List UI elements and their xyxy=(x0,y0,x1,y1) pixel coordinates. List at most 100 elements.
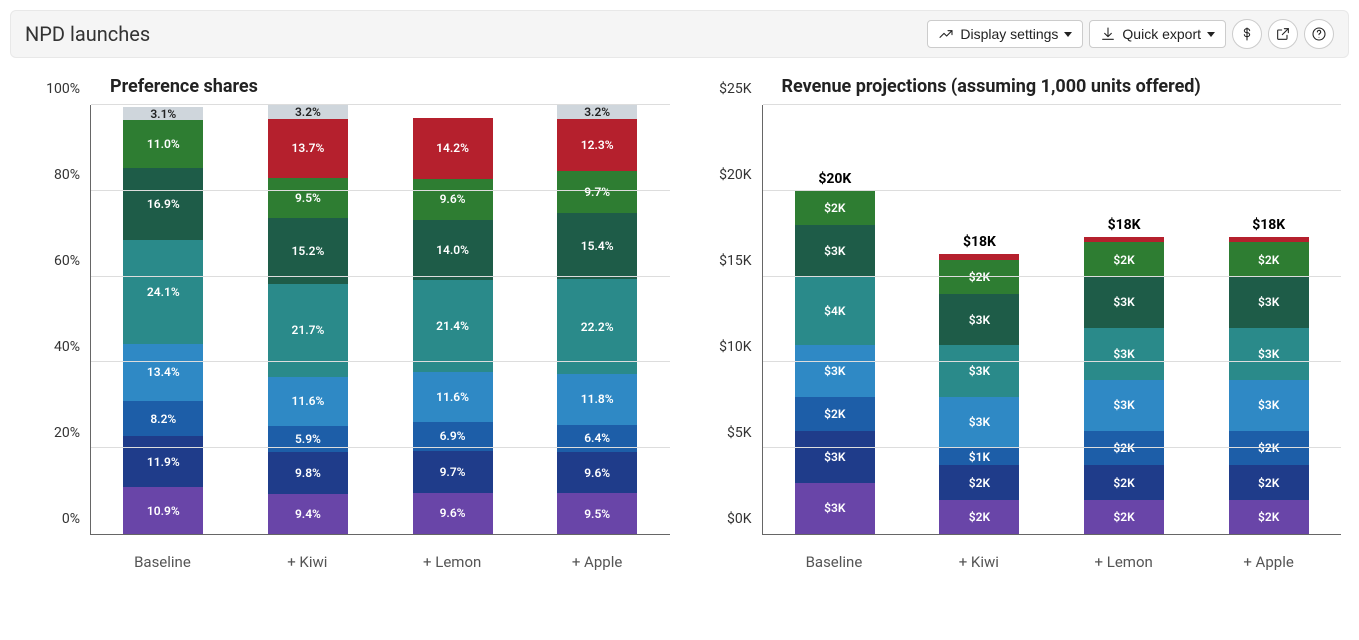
quick-export-button[interactable]: Quick export xyxy=(1089,20,1226,48)
chart-area: 0%20%40%60%80%100% 10.9%11.9%8.2%13.4%24… xyxy=(18,105,670,535)
bar-segment[interactable]: $2K xyxy=(939,465,1019,499)
y-tick-label: 40% xyxy=(54,339,80,355)
help-icon xyxy=(1311,26,1327,42)
bar-segment[interactable]: 11.0% xyxy=(123,120,203,167)
revenue-settings-button[interactable] xyxy=(1232,19,1262,49)
bar-segment[interactable]: 9.5% xyxy=(557,493,637,534)
x-tick-label: Baseline xyxy=(794,553,874,571)
bar-segment[interactable]: 12.3% xyxy=(557,119,637,172)
bar-segment[interactable]: $2K xyxy=(1084,431,1164,465)
bar-segment[interactable]: $2K xyxy=(939,260,1019,294)
grid-line xyxy=(91,447,670,448)
y-tick-label: 100% xyxy=(46,81,80,97)
bar-segment[interactable]: $4K xyxy=(795,277,875,346)
bar-segment[interactable]: 15.4% xyxy=(557,213,637,279)
bar-segment[interactable]: $3K xyxy=(939,294,1019,345)
bar-segment[interactable]: 3.2% xyxy=(268,105,348,119)
bar-segment[interactable]: 9.8% xyxy=(268,452,348,494)
bar-segment[interactable]: $2K xyxy=(939,500,1019,534)
y-axis: $0K$5K$10K$15K$20K$25K xyxy=(690,105,762,535)
bar-segment[interactable]: 10.9% xyxy=(123,487,203,534)
bar-segment[interactable]: $2K xyxy=(795,191,875,225)
bar-column[interactable]: $2K$2K$2K$3K$3K$3K$2K$18K xyxy=(1084,105,1164,534)
caret-down-icon xyxy=(1207,32,1215,37)
chart-preference-shares: Preference shares 0%20%40%60%80%100% 10.… xyxy=(18,76,670,571)
x-tick-label: + Lemon xyxy=(1084,553,1164,571)
bar-column[interactable]: 9.4%9.8%5.9%11.6%21.7%15.2%9.5%13.7%3.2% xyxy=(268,105,348,534)
header-bar: NPD launches Display settings Quick expo… xyxy=(10,10,1349,58)
bar-segment[interactable]: $3K xyxy=(939,397,1019,448)
bar-segment[interactable]: 9.7% xyxy=(413,451,493,493)
plot-area[interactable]: $3K$3K$2K$3K$4K$3K$2K$20K$2K$2K$1K$3K$3K… xyxy=(762,105,1342,535)
line-chart-icon xyxy=(938,26,954,42)
bar-segment[interactable]: $3K xyxy=(795,225,875,276)
bar-segment[interactable]: 9.6% xyxy=(413,179,493,220)
toolbar: Display settings Quick export xyxy=(927,19,1334,49)
quick-export-label: Quick export xyxy=(1122,26,1201,42)
bar-segment[interactable]: 14.0% xyxy=(413,220,493,280)
bar-total-label: $20K xyxy=(818,171,851,187)
bar-segment[interactable]: 15.2% xyxy=(268,218,348,283)
bar-segment[interactable]: $2K xyxy=(1084,242,1164,276)
charts-row: Preference shares 0%20%40%60%80%100% 10.… xyxy=(10,76,1349,571)
bar-segment[interactable]: 11.8% xyxy=(557,374,637,425)
bar-column[interactable]: 10.9%11.9%8.2%13.4%24.1%16.9%11.0%3.1% xyxy=(123,105,203,534)
bar-segment[interactable]: $3K xyxy=(1229,277,1309,328)
bar-segment[interactable]: $2K xyxy=(1084,500,1164,534)
grid-line xyxy=(763,190,1342,191)
bar-segment[interactable]: $3K xyxy=(795,345,875,396)
bar-column[interactable]: $2K$2K$2K$3K$3K$3K$2K$18K xyxy=(1229,105,1309,534)
bar-segment[interactable]: $3K xyxy=(1084,277,1164,328)
bar-segment[interactable]: $2K xyxy=(795,397,875,431)
bar-segment[interactable]: 3.2% xyxy=(557,105,637,119)
y-tick-label: 20% xyxy=(54,425,80,441)
bar-column[interactable]: 9.6%9.7%6.9%11.6%21.4%14.0%9.6%14.2% xyxy=(413,105,493,534)
x-tick-label: + Kiwi xyxy=(939,553,1019,571)
bar-segment[interactable]: 3.1% xyxy=(123,107,203,120)
bar-segment[interactable]: 9.4% xyxy=(268,494,348,534)
bar-segment[interactable]: 24.1% xyxy=(123,240,203,343)
open-external-button[interactable] xyxy=(1268,19,1298,49)
bar-segment[interactable]: $3K xyxy=(1084,328,1164,379)
bar-segment[interactable]: $3K xyxy=(939,345,1019,396)
bar-segment[interactable]: 14.2% xyxy=(413,118,493,179)
bar-segment[interactable]: $3K xyxy=(795,483,875,534)
grid-line xyxy=(91,190,670,191)
bar-segment[interactable]: 22.2% xyxy=(557,279,637,374)
bar-column[interactable]: $3K$3K$2K$3K$4K$3K$2K$20K xyxy=(795,105,875,534)
bar-segment[interactable]: 9.6% xyxy=(557,452,637,493)
bar-segment[interactable]: 11.6% xyxy=(413,372,493,422)
bar-segment[interactable]: 11.6% xyxy=(268,377,348,427)
bar-column[interactable]: 9.5%9.6%6.4%11.8%22.2%15.4%9.7%12.3%3.2% xyxy=(557,105,637,534)
bar-segment[interactable]: 21.4% xyxy=(413,280,493,372)
bar-segment[interactable]: 13.7% xyxy=(268,119,348,178)
bar-segment[interactable]: 8.2% xyxy=(123,401,203,436)
bar-segment[interactable]: $3K xyxy=(795,431,875,482)
dollar-icon xyxy=(1239,26,1255,42)
plot-area[interactable]: 10.9%11.9%8.2%13.4%24.1%16.9%11.0%3.1% 9.… xyxy=(90,105,670,535)
grid-line xyxy=(763,447,1342,448)
bar-segment[interactable]: 13.4% xyxy=(123,344,203,401)
bar-segment[interactable]: $3K xyxy=(1229,328,1309,379)
y-tick-label: $5K xyxy=(727,425,752,441)
y-tick-label: $25K xyxy=(719,81,751,97)
bar-segment[interactable]: $3K xyxy=(1229,380,1309,431)
bar-segment[interactable]: 11.9% xyxy=(123,436,203,487)
grid-line xyxy=(763,361,1342,362)
grid-line xyxy=(91,276,670,277)
bar-segment[interactable]: 9.6% xyxy=(413,493,493,534)
bar-segment[interactable]: $2K xyxy=(1229,242,1309,276)
bar-segment[interactable]: $2K xyxy=(1084,465,1164,499)
bar-column[interactable]: $2K$2K$1K$3K$3K$3K$2K$18K xyxy=(939,105,1019,534)
bar-segment[interactable]: 9.7% xyxy=(557,171,637,213)
display-settings-button[interactable]: Display settings xyxy=(927,20,1083,48)
bar-segment[interactable]: $1K xyxy=(939,448,1019,465)
bar-segment[interactable]: 9.5% xyxy=(268,178,348,219)
bar-segment[interactable]: $2K xyxy=(1229,465,1309,499)
help-button[interactable] xyxy=(1304,19,1334,49)
bar-segment[interactable]: $2K xyxy=(1229,500,1309,534)
bar-segment[interactable]: 21.7% xyxy=(268,284,348,377)
bar-segment[interactable]: 16.9% xyxy=(123,168,203,241)
bar-segment[interactable]: $2K xyxy=(1229,431,1309,465)
bar-segment[interactable]: $3K xyxy=(1084,380,1164,431)
